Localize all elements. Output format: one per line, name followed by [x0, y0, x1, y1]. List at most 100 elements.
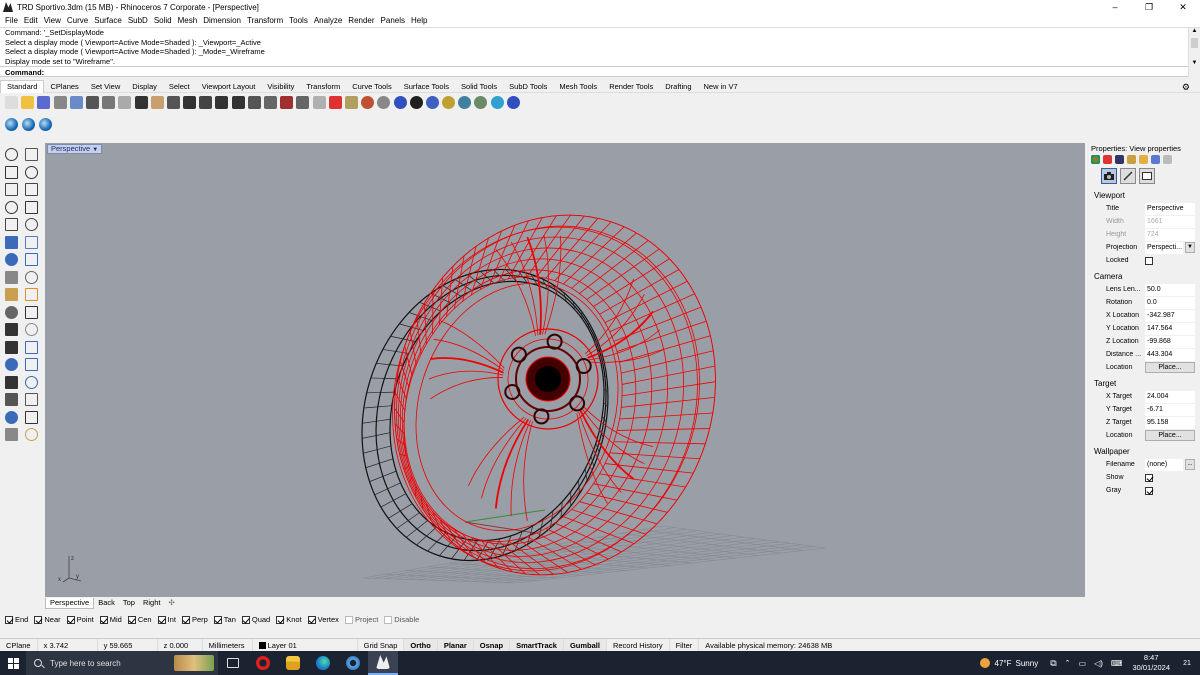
tab-select[interactable]: Select [163, 81, 196, 93]
open-icon[interactable] [21, 95, 35, 109]
print-icon[interactable] [53, 95, 67, 109]
browse-button[interactable]: ... [1185, 459, 1195, 470]
sphere-solid-icon[interactable] [25, 253, 38, 266]
tab-set-view[interactable]: Set View [85, 81, 126, 93]
scroll-up-icon[interactable]: ▲ [1189, 28, 1200, 37]
rectangle-icon[interactable] [1139, 168, 1155, 184]
gray-checkbox[interactable] [1145, 486, 1153, 495]
zoom-dynamic-icon[interactable] [183, 95, 197, 109]
analyze-icon[interactable] [5, 428, 18, 441]
dimension-icon[interactable] [490, 95, 504, 109]
menu-analyze[interactable]: Analyze [314, 16, 342, 25]
osnap-checkbox[interactable] [181, 615, 190, 624]
help-icon[interactable] [1163, 155, 1172, 164]
taskbar-search[interactable]: Type here to search [26, 651, 218, 675]
filename-field[interactable]: (none) [1145, 458, 1183, 471]
show-checkbox[interactable] [1145, 473, 1153, 482]
osnap-checkbox[interactable] [276, 615, 285, 624]
tab-curve-tools[interactable]: Curve Tools [346, 81, 397, 93]
menu-curve[interactable]: Curve [67, 16, 88, 25]
weather-sun-icon[interactable] [979, 658, 990, 668]
tab-top[interactable]: Top [119, 598, 139, 608]
x-target-field[interactable]: 24.004 [1145, 390, 1195, 403]
rotation-field[interactable]: 0.0 [1145, 296, 1195, 309]
maximize-button[interactable]: ❐ [1132, 0, 1166, 14]
osnap-end[interactable]: End [5, 615, 28, 624]
menu-surface[interactable]: Surface [94, 16, 122, 25]
menu-dimension[interactable]: Dimension [203, 16, 241, 25]
rectangle-icon[interactable] [25, 200, 38, 214]
rotate-view-icon[interactable] [247, 95, 261, 109]
lock-icon[interactable] [344, 95, 358, 109]
network-icon[interactable]: ▭ [1079, 659, 1087, 668]
zoom-selected-icon[interactable] [231, 95, 245, 109]
color-wheel-icon[interactable] [1091, 155, 1100, 164]
projection-select[interactable]: Perspecti... [1145, 241, 1183, 254]
command-prompt[interactable]: Command: [0, 66, 1188, 77]
tools-icon[interactable] [1120, 168, 1136, 184]
speaker-icon[interactable]: ◁) [1094, 659, 1103, 668]
osnap-near[interactable]: Near [34, 615, 61, 624]
environment-icon[interactable] [1115, 155, 1124, 164]
menu-file[interactable]: File [5, 16, 18, 25]
osnap-quad[interactable]: Quad [241, 615, 270, 624]
z-location-field[interactable]: -99.868 [1145, 335, 1195, 348]
chevron-up-icon[interactable]: ⌃ [1065, 659, 1071, 667]
scroll-thumb[interactable] [1191, 38, 1198, 48]
camera-place-button[interactable]: Place... [1145, 362, 1195, 373]
menu-mesh[interactable]: Mesh [178, 16, 198, 25]
viewport-blue-icon[interactable] [5, 118, 18, 131]
grid-icon[interactable] [5, 393, 18, 406]
y-target-field[interactable]: -6.71 [1145, 403, 1195, 416]
copy-icon[interactable] [102, 95, 116, 109]
record-history-toggle[interactable]: Record History [607, 638, 670, 652]
scroll-down-icon[interactable]: ▼ [1189, 60, 1200, 69]
smarttrack-toggle[interactable]: SmartTrack [510, 638, 564, 652]
planar-toggle[interactable]: Planar [437, 638, 474, 652]
distance-field[interactable]: 443.304 [1145, 348, 1195, 361]
osnap-checkbox[interactable] [66, 615, 75, 624]
title-field[interactable]: Perspective [1145, 202, 1195, 215]
osnap-checkbox[interactable] [34, 615, 43, 624]
viewport-blue-icon[interactable] [39, 118, 52, 131]
tab-transform[interactable]: Transform [300, 81, 346, 93]
osnap-checkbox[interactable] [344, 615, 353, 624]
tab-mesh-tools[interactable]: Mesh Tools [553, 81, 603, 93]
mirror-icon[interactable] [25, 358, 38, 371]
osnap-toggle[interactable]: Osnap [473, 638, 511, 652]
cplane-icon[interactable] [280, 95, 294, 109]
osnap-point[interactable]: Point [66, 615, 94, 624]
scale-icon[interactable] [25, 340, 38, 354]
tab-back[interactable]: Back [94, 598, 119, 608]
menu-transform[interactable]: Transform [247, 16, 283, 25]
gumball-toggle[interactable]: Gumball [563, 638, 607, 652]
osnap-checkbox[interactable] [384, 615, 393, 624]
y-location-field[interactable]: 147.564 [1145, 322, 1195, 335]
select-arrow-icon[interactable] [5, 148, 18, 161]
tab-solid-tools[interactable]: Solid Tools [455, 81, 503, 93]
tab-visibility[interactable]: Visibility [261, 81, 300, 93]
save-icon[interactable] [37, 95, 51, 109]
environment-icon[interactable] [458, 95, 472, 109]
tab-standard[interactable]: Standard [0, 80, 45, 93]
osnap-mid[interactable]: Mid [99, 615, 122, 624]
options-icon[interactable] [474, 95, 488, 109]
text-icon[interactable] [5, 410, 18, 424]
lights-icon[interactable] [25, 428, 38, 441]
osnap-checkbox[interactable] [157, 615, 166, 624]
menu-view[interactable]: View [44, 16, 61, 25]
polyline-icon[interactable] [5, 165, 18, 179]
osnap-vertex[interactable]: Vertex [307, 615, 339, 624]
tab-drafting[interactable]: Drafting [659, 81, 697, 93]
file-explorer-icon[interactable] [278, 651, 308, 675]
add-viewport-icon[interactable]: ✣ [164, 598, 178, 608]
menu-panels[interactable]: Panels [381, 16, 405, 25]
paste-icon[interactable] [118, 95, 132, 109]
light-icon[interactable] [1127, 155, 1136, 164]
tab-subd-tools[interactable]: SubD Tools [503, 81, 553, 93]
fillet-icon[interactable] [5, 305, 18, 319]
menu-edit[interactable]: Edit [24, 16, 38, 25]
notification-badge[interactable]: 21 [1178, 660, 1196, 667]
tab-right[interactable]: Right [139, 598, 165, 608]
grid-snap-toggle[interactable]: Grid Snap [358, 638, 405, 652]
